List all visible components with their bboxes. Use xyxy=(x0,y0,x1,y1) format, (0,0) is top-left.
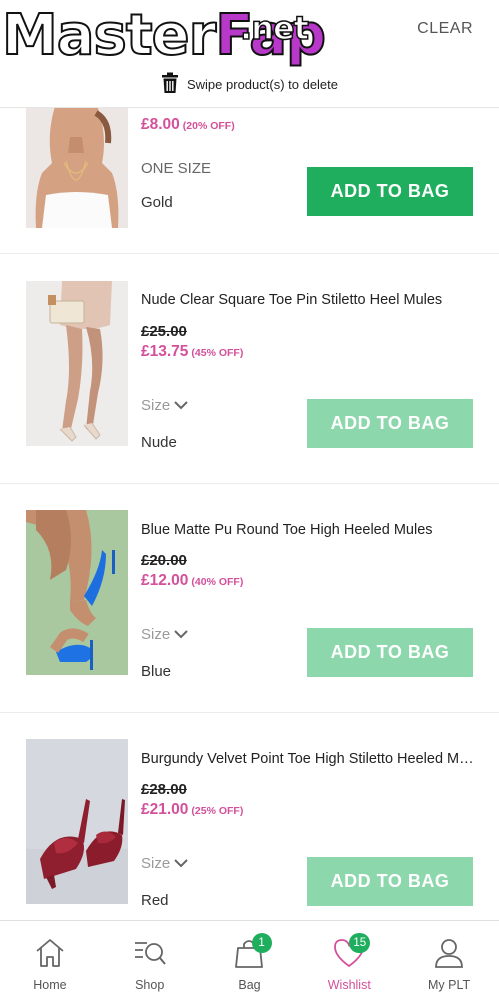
swipe-hint: Swipe product(s) to delete xyxy=(0,72,499,97)
watermark-text-tld: .net xyxy=(239,8,309,48)
swipe-hint-text: Swipe product(s) to delete xyxy=(186,77,339,92)
original-price: £25.00 xyxy=(141,323,187,340)
user-icon xyxy=(435,939,463,968)
nav-shop[interactable]: Shop xyxy=(100,921,200,1000)
add-to-bag-button[interactable]: ADD TO BAG xyxy=(307,628,473,677)
bottom-navigation: Home Shop 1 Bag 15 Wishlist My PLT xyxy=(0,920,499,1000)
size-selector[interactable]: Size xyxy=(141,855,188,872)
product-image[interactable] xyxy=(26,108,128,228)
product-image[interactable] xyxy=(26,739,128,904)
color-value: Gold xyxy=(141,194,173,211)
wishlist-count-badge: 15 xyxy=(349,933,371,953)
watermark-text-main: Master xyxy=(1,3,217,68)
product-name[interactable]: Burgundy Velvet Point Toe High Stiletto … xyxy=(141,751,475,767)
nav-account[interactable]: My PLT xyxy=(399,921,499,1000)
original-price: £20.00 xyxy=(141,552,187,569)
shop-search-icon xyxy=(134,942,166,965)
nav-bag-label: Bag xyxy=(238,978,261,992)
nav-wishlist-label: Wishlist xyxy=(327,978,371,992)
list-item[interactable]: Burgundy Velvet Point Toe High Stiletto … xyxy=(0,713,499,920)
nav-shop-label: Shop xyxy=(135,978,165,992)
header: MasterFap .net CLEAR Swipe product(s) to… xyxy=(0,0,499,108)
product-name[interactable]: Blue Matte Pu Round Toe High Heeled Mule… xyxy=(141,522,475,538)
nav-home[interactable]: Home xyxy=(0,921,100,1000)
watermark-logo: MasterFap .net xyxy=(1,3,327,68)
list-item[interactable]: Blue Matte Pu Round Toe High Heeled Mule… xyxy=(0,484,499,713)
discount-percent: (45% OFF) xyxy=(191,347,244,359)
chevron-down-icon xyxy=(174,859,188,868)
color-value: Nude xyxy=(141,434,177,451)
sale-price: £21.00 (25% OFF) xyxy=(141,801,243,819)
wishlist-product-list[interactable]: £8.00 (20% OFF) ONE SIZE Gold ADD TO BAG … xyxy=(0,108,499,920)
size-label: Size xyxy=(141,855,171,872)
sale-price: £8.00 (20% OFF) xyxy=(141,116,235,134)
nav-home-label: Home xyxy=(33,978,67,992)
clear-button[interactable]: CLEAR xyxy=(417,20,473,38)
list-item[interactable]: £8.00 (20% OFF) ONE SIZE Gold ADD TO BAG xyxy=(0,108,499,254)
add-to-bag-button[interactable]: ADD TO BAG xyxy=(307,857,473,906)
size-selector[interactable]: Size xyxy=(141,626,188,643)
sale-price-value: £12.00 xyxy=(141,572,189,589)
list-item[interactable]: Nude Clear Square Toe Pin Stiletto Heel … xyxy=(0,254,499,484)
discount-percent: (25% OFF) xyxy=(191,805,244,817)
add-to-bag-button[interactable]: ADD TO BAG xyxy=(307,167,473,216)
sale-price: £13.75 (45% OFF) xyxy=(141,343,243,361)
sale-price-value: £8.00 xyxy=(141,116,180,133)
nav-bag[interactable]: 1 Bag xyxy=(200,921,300,1000)
chevron-down-icon xyxy=(174,401,188,410)
size-label: ONE SIZE xyxy=(141,160,212,177)
discount-percent: (40% OFF) xyxy=(191,576,244,588)
product-name[interactable]: Nude Clear Square Toe Pin Stiletto Heel … xyxy=(141,292,475,308)
original-price: £28.00 xyxy=(141,781,187,798)
bag-count-badge: 1 xyxy=(251,933,272,953)
size-selector[interactable]: Size xyxy=(141,397,188,414)
sale-price-value: £13.75 xyxy=(141,343,189,360)
product-image[interactable] xyxy=(26,281,128,446)
discount-percent: (20% OFF) xyxy=(182,120,235,132)
size-label: Size xyxy=(141,397,171,414)
sale-price-value: £21.00 xyxy=(141,801,189,818)
color-value: Blue xyxy=(141,663,172,680)
nav-wishlist[interactable]: 15 Wishlist xyxy=(299,921,399,1000)
home-icon xyxy=(36,939,64,967)
size-label: Size xyxy=(141,626,171,643)
color-value: Red xyxy=(141,892,169,909)
sale-price: £12.00 (40% OFF) xyxy=(141,572,243,590)
trash-icon xyxy=(161,72,179,97)
nav-account-label: My PLT xyxy=(428,978,471,992)
add-to-bag-button[interactable]: ADD TO BAG xyxy=(307,399,473,448)
chevron-down-icon xyxy=(174,630,188,639)
product-image[interactable] xyxy=(26,510,128,675)
